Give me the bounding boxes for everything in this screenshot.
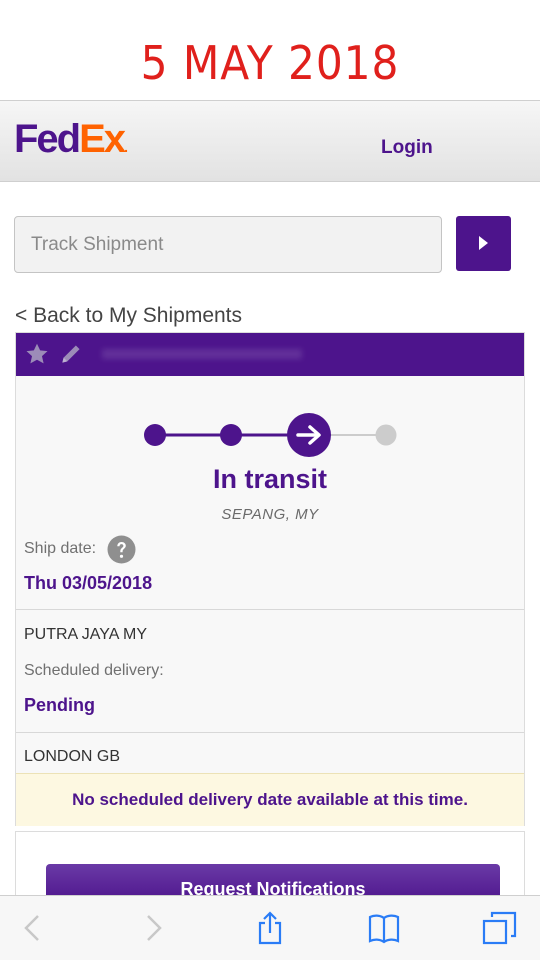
- shipment-status: In transit: [212, 464, 327, 494]
- date-caption: 5 MAY 2018: [140, 36, 400, 90]
- ship-date-label: Ship date:: [24, 540, 97, 557]
- ship-date-value: Thu 03/05/2018: [24, 573, 153, 593]
- fedex-logo[interactable]: FedEx.: [14, 117, 128, 162]
- progress-step-pending: [375, 424, 397, 446]
- progress-tracker: [144, 413, 397, 457]
- browser-toolbar: [0, 895, 540, 960]
- star-icon[interactable]: [24, 341, 50, 367]
- origin-location: PUTRA JAYA MY: [24, 626, 147, 643]
- forward-arrow-icon[interactable]: [134, 910, 170, 946]
- triangle-right-icon: [479, 236, 488, 250]
- track-submit-button[interactable]: [456, 216, 511, 271]
- logo-ex-text: Ex: [79, 117, 126, 161]
- shipment-card-toolbar: [16, 333, 524, 376]
- bookmarks-icon[interactable]: [366, 910, 402, 946]
- back-to-shipments-link[interactable]: < Back to My Shipments: [15, 304, 242, 328]
- help-icon[interactable]: [107, 535, 136, 564]
- pencil-icon[interactable]: [58, 341, 84, 367]
- share-icon[interactable]: [252, 910, 288, 946]
- site-header: FedEx. Login: [0, 100, 540, 182]
- tabs-icon[interactable]: [482, 910, 518, 946]
- scheduled-delivery-value: Pending: [24, 695, 95, 715]
- track-shipment-input[interactable]: [14, 216, 442, 273]
- divider: [16, 732, 524, 733]
- scheduled-delivery-label: Scheduled delivery:: [24, 662, 164, 679]
- delivery-notice: No scheduled delivery date available at …: [16, 773, 524, 826]
- destination-location: LONDON GB: [24, 748, 121, 765]
- progress-step-complete: [220, 424, 242, 446]
- shipment-card: In transit SEPANG, MY Ship date: Thu 03/…: [15, 332, 525, 826]
- redacted-tracking-number: [102, 349, 302, 359]
- login-link[interactable]: Login: [381, 137, 433, 159]
- logo-fed-text: Fed: [14, 117, 81, 161]
- back-arrow-icon[interactable]: [16, 910, 52, 946]
- current-location: SEPANG, MY: [221, 506, 319, 523]
- logo-dot: .: [124, 139, 128, 155]
- progress-step-complete: [144, 424, 166, 446]
- divider: [16, 609, 524, 610]
